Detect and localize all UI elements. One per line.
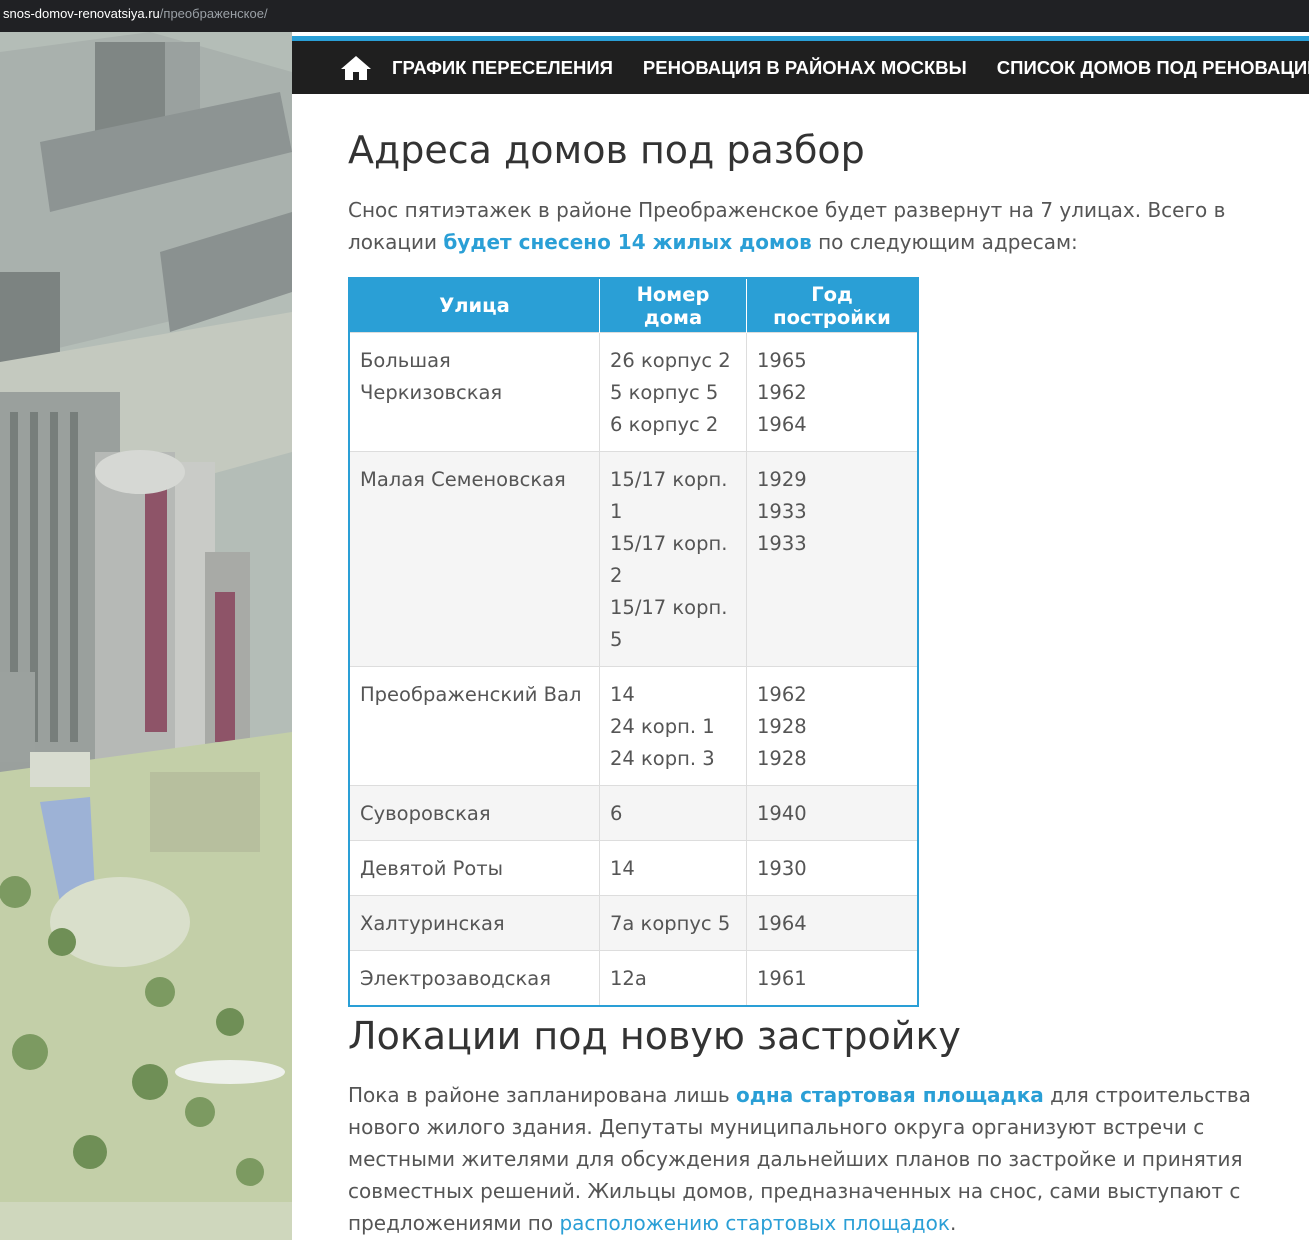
number-line: 14 bbox=[610, 857, 635, 880]
year-line: 1933 bbox=[757, 532, 807, 555]
starting-site-link[interactable]: одна стартовая площадка bbox=[736, 1083, 1044, 1107]
column-header-year: Год постройки bbox=[746, 278, 918, 333]
main-navigation: ГРАФИК ПЕРЕСЕЛЕНИЯ РЕНОВАЦИЯ В РАЙОНАХ М… bbox=[292, 36, 1309, 94]
cell-years: 1965 1962 1964 bbox=[746, 332, 918, 452]
number-line: 6 корпус 2 bbox=[610, 413, 719, 436]
section-heading-addresses: Адреса домов под разбор bbox=[348, 128, 865, 172]
table-row: Малая Семеновская 15/17 корп. 1 15/17 ко… bbox=[349, 451, 918, 667]
number-line: 24 корп. 1 bbox=[610, 715, 715, 738]
demolition-count-link[interactable]: будет снесено 14 жилых домов bbox=[443, 230, 811, 254]
number-line: 7а корпус 5 bbox=[610, 912, 731, 935]
table-header-row: Улица Номер дома Год постройки bbox=[349, 278, 918, 333]
cell-numbers: 26 корпус 2 5 корпус 5 6 корпус 2 bbox=[599, 332, 747, 452]
year-line: 1928 bbox=[757, 715, 807, 738]
column-header-street: Улица bbox=[349, 278, 600, 333]
number-line: 5 bbox=[610, 628, 623, 651]
url-path: /преображенское/ bbox=[159, 6, 268, 21]
article-content: Адреса домов под разбор Снос пятиэтажек … bbox=[328, 94, 1309, 1240]
number-line: 15/17 корп. bbox=[610, 532, 728, 555]
year-line: 1933 bbox=[757, 500, 807, 523]
year-line: 1961 bbox=[757, 967, 807, 990]
year-line: 1940 bbox=[757, 802, 807, 825]
number-line: 6 bbox=[610, 802, 623, 825]
home-icon[interactable] bbox=[340, 53, 372, 83]
cell-numbers: 12а bbox=[599, 950, 747, 1006]
address-bar[interactable]: snos-domov-renovatsiya.ru/преображенское… bbox=[0, 0, 1309, 32]
cell-years: 1930 bbox=[746, 840, 918, 896]
starting-sites-location-link[interactable]: расположению стартовых площадок bbox=[559, 1211, 949, 1235]
cell-numbers: 14 bbox=[599, 840, 747, 896]
cell-years: 1964 bbox=[746, 895, 918, 951]
addresses-table: Улица Номер дома Год постройки Большая Ч… bbox=[348, 277, 919, 1007]
new-construction-paragraph: Пока в районе запланирована лишь одна ст… bbox=[348, 1079, 1303, 1239]
cell-street: Преображенский Вал bbox=[349, 666, 600, 786]
table-body: Большая Черкизовская 26 корпус 2 5 корпу… bbox=[349, 332, 918, 1006]
year-line: 1929 bbox=[757, 468, 807, 491]
intro-text-end: по следующим адресам: bbox=[811, 230, 1078, 254]
url-domain: snos-domov-renovatsiya.ru bbox=[3, 6, 160, 21]
cell-street: Девятой Роты bbox=[349, 840, 600, 896]
cell-numbers: 15/17 корп. 1 15/17 корп. 2 15/17 корп. … bbox=[599, 451, 747, 667]
table-row: Суворовская 6 1940 bbox=[349, 785, 918, 841]
cell-street: Большая Черкизовская bbox=[349, 332, 600, 452]
table-row: Преображенский Вал 14 24 корп. 1 24 корп… bbox=[349, 666, 918, 786]
number-line: 15/17 корп. bbox=[610, 468, 728, 491]
table-row: Халтуринская 7а корпус 5 1964 bbox=[349, 895, 918, 951]
number-line: 2 bbox=[610, 564, 623, 587]
table-row: Девятой Роты 14 1930 bbox=[349, 840, 918, 896]
cell-years: 1940 bbox=[746, 785, 918, 841]
section-heading-new-construction: Локации под новую застройку bbox=[348, 1014, 961, 1058]
year-line: 1964 bbox=[757, 912, 807, 935]
cell-street: Малая Семеновская bbox=[349, 451, 600, 667]
number-line: 14 bbox=[610, 683, 635, 706]
cell-street: Халтуринская bbox=[349, 895, 600, 951]
number-line: 1 bbox=[610, 500, 623, 523]
background-rendering-image bbox=[0, 32, 292, 1240]
cell-years: 1961 bbox=[746, 950, 918, 1006]
column-header-number: Номер дома bbox=[599, 278, 747, 333]
construction-text-end: . bbox=[949, 1211, 957, 1235]
table-row: Электрозаводская 12а 1961 bbox=[349, 950, 918, 1006]
addresses-intro-paragraph: Снос пятиэтажек в районе Преображенское … bbox=[348, 194, 1303, 258]
year-line: 1962 bbox=[757, 683, 807, 706]
cell-street: Суворовская bbox=[349, 785, 600, 841]
number-line: 26 корпус 2 bbox=[610, 349, 731, 372]
number-line: 12а bbox=[610, 967, 647, 990]
table-row: Большая Черкизовская 26 корпус 2 5 корпу… bbox=[349, 332, 918, 452]
year-line: 1965 bbox=[757, 349, 807, 372]
number-line: 15/17 корп. bbox=[610, 596, 728, 619]
year-line: 1930 bbox=[757, 857, 807, 880]
cell-numbers: 6 bbox=[599, 785, 747, 841]
year-line: 1928 bbox=[757, 747, 807, 770]
number-line: 5 корпус 5 bbox=[610, 381, 719, 404]
year-line: 1962 bbox=[757, 381, 807, 404]
nav-item-house-list[interactable]: СПИСОК ДОМОВ ПОД РЕНОВАЦИЮ bbox=[997, 57, 1309, 79]
year-line: 1964 bbox=[757, 413, 807, 436]
nav-item-schedule[interactable]: ГРАФИК ПЕРЕСЕЛЕНИЯ bbox=[392, 57, 613, 79]
nav-item-districts[interactable]: РЕНОВАЦИЯ В РАЙОНАХ МОСКВЫ bbox=[643, 57, 967, 79]
cell-years: 1962 1928 1928 bbox=[746, 666, 918, 786]
construction-text-start: Пока в районе запланирована лишь bbox=[348, 1083, 737, 1107]
cell-numbers: 14 24 корп. 1 24 корп. 3 bbox=[599, 666, 747, 786]
cell-street: Электрозаводская bbox=[349, 950, 600, 1006]
number-line: 24 корп. 3 bbox=[610, 747, 715, 770]
cell-years: 1929 1933 1933 bbox=[746, 451, 918, 667]
cell-numbers: 7а корпус 5 bbox=[599, 895, 747, 951]
